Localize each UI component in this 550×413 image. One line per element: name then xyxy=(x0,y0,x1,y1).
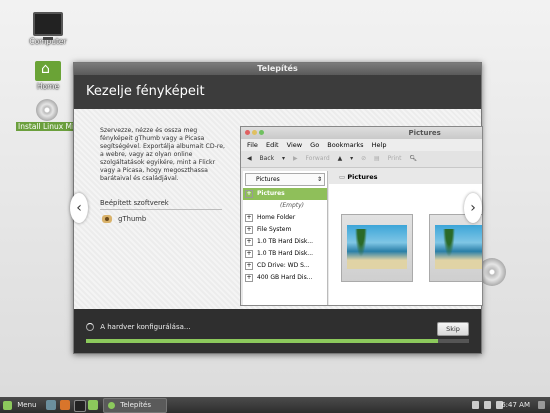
slide-content: Szervezze, nézze és ossza meg fényképeit… xyxy=(70,109,483,309)
taskbar-item-installer[interactable]: Telepítés xyxy=(103,398,167,413)
progress-fill xyxy=(86,339,439,343)
fm-tree: Pictures (Empty) Home Folder File System… xyxy=(243,188,327,284)
tree-item: Pictures xyxy=(243,188,327,200)
clock[interactable]: 6:47 AM xyxy=(501,397,530,413)
files-icon[interactable] xyxy=(88,400,98,410)
fm-forward: Forward xyxy=(305,155,330,162)
install-status: A hardver konfigurálása... xyxy=(86,323,191,331)
slide-heading: Kezelje fényképeit xyxy=(74,75,481,109)
installer-window: Telepítés Kezelje fényképeit Szervezze, … xyxy=(70,62,483,354)
tree-item: (Empty) xyxy=(279,202,305,209)
tree-item: File System xyxy=(243,224,327,236)
window-title[interactable]: Telepítés xyxy=(74,63,481,75)
fm-menubar: File Edit View Go Bookmarks Help xyxy=(241,139,482,151)
dropdown-icon: ▾ xyxy=(350,155,354,162)
installer-icon xyxy=(108,401,115,409)
terminal-icon[interactable] xyxy=(74,400,86,412)
prev-slide-button[interactable]: ‹ xyxy=(70,193,88,223)
fm-combo-value: Pictures xyxy=(256,176,280,183)
desktop-icon-label: Install Linux Mint xyxy=(16,122,78,131)
spinner-icon: ⇕ xyxy=(316,176,322,183)
show-desktop-icon[interactable] xyxy=(46,400,56,410)
desktop-icon-computer[interactable]: Computer xyxy=(16,12,80,46)
desktop-icon-install[interactable]: Install Linux Mint xyxy=(14,99,80,133)
tree-item: 400 GB Hard Dis... xyxy=(243,272,327,284)
disc-icon xyxy=(36,99,58,121)
taskbar: Menu Telepítés 6:47 AM xyxy=(0,397,550,413)
fm-icon-view xyxy=(329,184,482,305)
up-icon: ▲ xyxy=(337,155,343,162)
tree-item: 1.0 TB Hard Disk... xyxy=(243,248,327,260)
next-slide-button[interactable]: › xyxy=(464,193,482,223)
app-item-gthumb: gThumb xyxy=(102,215,146,223)
file-manager-screenshot: Pictures File Edit View Go Bookmarks Hel… xyxy=(240,126,483,306)
apps-title: Beépített szoftverek xyxy=(100,199,222,210)
menu-label: Menu xyxy=(17,401,37,409)
fm-sidebar: Pictures ⇕ Pictures (Empty) Home Folder … xyxy=(243,171,328,305)
print-icon: ▤ xyxy=(374,155,380,162)
firefox-icon[interactable] xyxy=(60,400,70,410)
install-footer: A hardver konfigurálása... Skip xyxy=(74,309,481,353)
dropdown-icon: ▾ xyxy=(282,155,286,162)
tree-item: CD Drive: WD S... xyxy=(243,260,327,272)
tree-item: 1.0 TB Hard Disk... xyxy=(243,236,327,248)
taskbar-item-label: Telepítés xyxy=(120,401,151,409)
fm-title: Pictures xyxy=(408,129,441,137)
volume-icon[interactable] xyxy=(484,401,491,409)
fm-menu-file: File xyxy=(247,141,258,149)
network-icon[interactable] xyxy=(472,401,479,409)
stop-icon: ⊘ xyxy=(361,155,367,162)
slide-description: Szervezze, nézze és ossza meg fényképeit… xyxy=(100,127,226,182)
tree-item: Home Folder xyxy=(243,212,327,224)
gthumb-icon xyxy=(102,215,112,223)
fm-menu-go: Go xyxy=(310,141,320,149)
fm-toolbar: ◀ Back ▾ ▶ Forward ▲ ▾ ⊘ ▤ Print 🔍︎ xyxy=(241,151,482,168)
fm-back: Back xyxy=(259,155,275,162)
search-icon: 🔍︎ xyxy=(409,155,417,162)
home-folder-icon xyxy=(35,61,61,81)
fm-location: ▭ Pictures xyxy=(329,171,482,183)
forward-icon: ▶ xyxy=(292,155,298,162)
workspace-icon[interactable] xyxy=(538,401,545,409)
menu-button[interactable]: Menu xyxy=(3,397,36,413)
back-icon: ◀ xyxy=(247,155,252,162)
app-name: gThumb xyxy=(118,215,147,223)
fm-places-combo: Pictures ⇕ xyxy=(245,173,325,186)
fm-menu-bookmarks: Bookmarks xyxy=(327,141,364,149)
install-status-text: A hardver konfigurálása... xyxy=(100,323,191,331)
fm-menu-view: View xyxy=(286,141,303,149)
fm-menu-edit: Edit xyxy=(265,141,279,149)
spinner-icon xyxy=(86,323,94,331)
mint-logo-icon xyxy=(3,400,12,410)
window-controls xyxy=(245,127,266,139)
fm-print: Print xyxy=(387,155,402,162)
fm-location-label: Pictures xyxy=(347,173,378,181)
fm-titlebar: Pictures xyxy=(241,127,482,139)
photo-thumbnail xyxy=(429,214,482,282)
computer-icon xyxy=(33,12,63,40)
photo-thumbnail xyxy=(341,214,413,282)
fm-menu-help: Help xyxy=(371,141,387,149)
skip-button[interactable]: Skip xyxy=(437,322,469,336)
desktop-icon-home[interactable]: Home xyxy=(16,61,80,91)
desktop-icon-label: Home xyxy=(36,82,60,91)
install-progress-bar xyxy=(86,339,469,343)
